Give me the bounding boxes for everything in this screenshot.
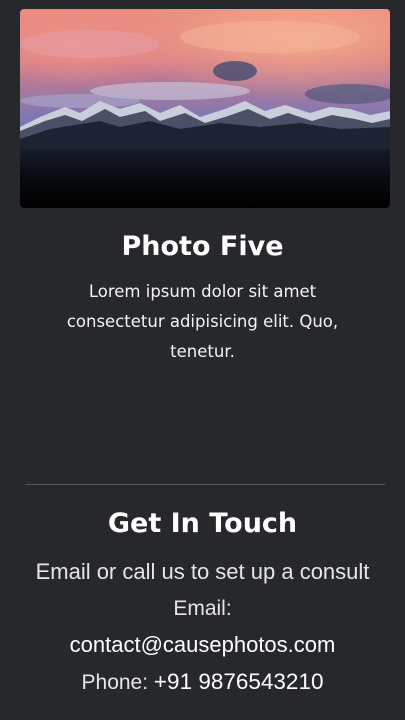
phone-number[interactable]: +91 9876543210 bbox=[154, 669, 324, 694]
email-label: Email: bbox=[173, 597, 232, 620]
section-divider bbox=[25, 484, 385, 485]
email-link[interactable]: contact@causephotos.com bbox=[70, 632, 336, 657]
photo-description: Lorem ipsum dolor sit amet consectetur a… bbox=[66, 282, 339, 361]
photo-title: Photo Five bbox=[121, 231, 284, 262]
contact-tagline: Email or call us to set up a consult bbox=[35, 559, 370, 584]
email-line: contact@causephotos.com bbox=[0, 630, 405, 660]
photo-card-image bbox=[20, 9, 390, 208]
contact-section-title: Get In Touch bbox=[107, 508, 298, 539]
mountain-sunset-image bbox=[20, 9, 390, 208]
phone-line: Phone: +91 9876543210 bbox=[0, 667, 405, 698]
phone-label: Phone: bbox=[81, 671, 149, 694]
